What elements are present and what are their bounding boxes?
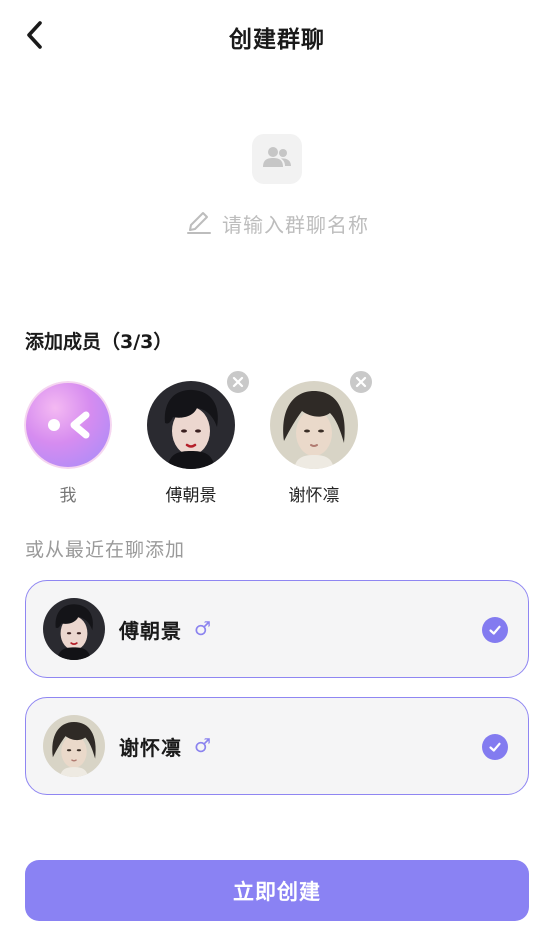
member-name: 谢怀凛 <box>288 486 340 506</box>
portrait-avatar <box>147 381 235 469</box>
group-name-placeholder: 请输入群聊名称 <box>222 212 369 237</box>
checkmark-icon[interactable] <box>482 734 508 760</box>
male-icon: ♂ <box>194 735 212 757</box>
group-name-input[interactable]: 请输入群聊名称 <box>186 208 369 238</box>
app-logo-avatar <box>24 381 112 469</box>
close-icon <box>232 373 244 392</box>
recent-section-title: 或从最近在聊添加 <box>25 539 186 561</box>
portrait-avatar <box>270 381 358 469</box>
male-icon: ♂ <box>194 618 212 640</box>
member-name: 我 <box>59 486 77 506</box>
recent-contact-item[interactable]: 傅朝景 ♂ <box>25 580 529 678</box>
member-me: 我 <box>24 381 112 506</box>
create-group-button[interactable]: 立即创建 <box>25 860 529 921</box>
remove-member-button[interactable] <box>225 369 251 395</box>
contact-name: 傅朝景 <box>119 618 182 643</box>
member-fu-chaojing: 傅朝景 <box>147 369 251 506</box>
create-group-page: 创建群聊 请输入群聊名称 添加成员（3/3） 我 傅朝景 谢怀凛 或从最近在聊添… <box>0 0 554 946</box>
page-title: 创建群聊 <box>229 27 325 53</box>
portrait-avatar <box>43 715 105 777</box>
group-users-icon <box>262 145 292 173</box>
close-icon <box>355 373 367 392</box>
pencil-icon <box>186 208 212 238</box>
members-section-title: 添加成员（3/3） <box>25 331 173 353</box>
member-name: 傅朝景 <box>165 486 217 506</box>
remove-member-button[interactable] <box>348 369 374 395</box>
recent-contact-item[interactable]: 谢怀凛 ♂ <box>25 697 529 795</box>
checkmark-icon[interactable] <box>482 617 508 643</box>
group-avatar-button[interactable] <box>252 134 302 184</box>
portrait-avatar <box>43 598 105 660</box>
member-xie-huailin: 谢怀凛 <box>270 369 374 506</box>
contact-name: 谢怀凛 <box>119 735 182 760</box>
